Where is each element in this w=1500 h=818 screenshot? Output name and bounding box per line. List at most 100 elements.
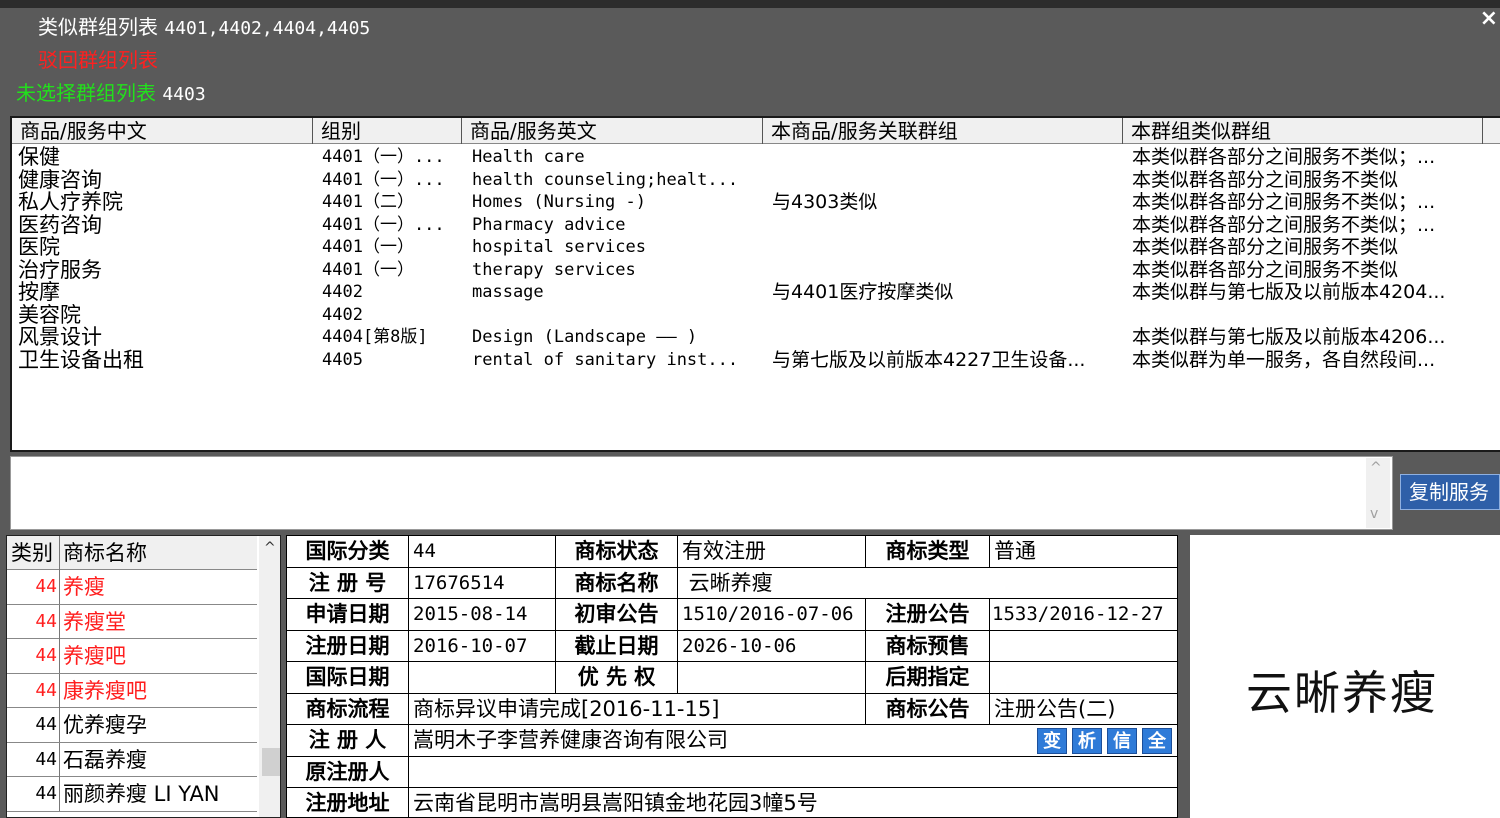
trademark-class: 44 xyxy=(35,576,57,597)
trademark-name: 养瘦堂 xyxy=(63,609,126,634)
reg-notice-value: 1533/2016-12-27 xyxy=(990,599,1177,631)
reg-date-value: 2016-10-07 xyxy=(409,630,556,662)
unselected-groups-value: 4403 xyxy=(162,84,206,105)
cell-divider xyxy=(59,570,60,604)
trademark-detail-grid: 国际分类 44 商标状态 有效注册 商标类型 普通 注 册 号 17676514… xyxy=(286,535,1178,818)
column-header-related[interactable]: 本商品/服务关联群组 xyxy=(763,118,1123,144)
trademark-name: 康养瘦吧 xyxy=(63,678,147,703)
service-related xyxy=(772,259,1127,282)
trademark-name: 养瘦吧 xyxy=(63,644,126,668)
column-header-similar[interactable]: 本群组类似群组 xyxy=(1123,118,1483,144)
service-input-box[interactable] xyxy=(10,456,1393,530)
similar-groups-value: 4401,4402,4404,4405 xyxy=(164,18,371,39)
column-header-cn[interactable]: 商品/服务中文 xyxy=(12,118,313,144)
cell-divider xyxy=(59,639,60,673)
cell-divider xyxy=(59,777,60,811)
service-row[interactable]: 保健 4401（一）... Health care 本类似群各部分之间服务不类似；..… xyxy=(12,146,1500,169)
header-divider xyxy=(59,536,60,570)
service-en: therapy services xyxy=(472,259,636,280)
trademark-list-item[interactable]: 44 优养瘦孕 xyxy=(7,708,257,743)
rejected-groups-line: 驳回群组列表 xyxy=(38,47,158,73)
registrant-action-buttons: 变析信全 xyxy=(1037,728,1177,754)
trademark-logo-image: 云晰养瘦 xyxy=(1246,666,1438,720)
service-related xyxy=(772,326,1127,349)
presale-value xyxy=(990,631,1177,662)
service-group: 4402 xyxy=(322,304,363,325)
service-input-scrollbar[interactable]: ^ v xyxy=(1366,458,1390,528)
service-cn: 风景设计 xyxy=(18,326,102,349)
service-similar: 本类似群为单一服务，各自然段间... xyxy=(1132,348,1436,371)
expiry-value: 2026-10-06 xyxy=(678,630,866,662)
service-related xyxy=(772,304,1127,327)
intl-class-label: 国际分类 xyxy=(287,536,409,568)
service-related: 与4303类似 xyxy=(772,191,878,213)
registrant-label: 注 册 人 xyxy=(287,725,409,757)
services-table: 商品/服务中文 组别 商品/服务英文 本商品/服务关联群组 本群组类似群组 保健… xyxy=(10,116,1500,452)
window-title-bar xyxy=(0,0,1500,8)
cell-divider xyxy=(59,708,60,742)
scroll-up-icon[interactable]: ^ xyxy=(1370,460,1382,476)
service-group: 4401（一）... xyxy=(322,169,445,190)
service-cn: 治疗服务 xyxy=(18,258,102,281)
trademark-name: 养瘦 xyxy=(63,575,105,599)
trademark-list: 类别 商标名称 44 养瘦 44 养瘦堂 44 养瘦吧 44 康养瘦吧 44 优养瘦孕 44 石磊养瘦… xyxy=(6,535,281,818)
trademark-list-item[interactable]: 44 石磊养瘦 xyxy=(7,742,257,777)
copy-services-button[interactable]: 复制服务 xyxy=(1400,474,1500,510)
similar-groups-label: 类似群组列表 xyxy=(38,15,158,39)
type-value: 普通 xyxy=(990,536,1177,568)
trademark-logo-panel: 云晰养瘦 xyxy=(1190,535,1500,818)
service-row[interactable]: 治疗服务 4401（一） therapy services 本类似群各部分之间服务不类… xyxy=(12,259,1500,282)
service-row[interactable]: 按摩 4402 massage 与4401医疗按摩类似 本类似群与第七版及以前版本420… xyxy=(12,281,1500,304)
intl-class-value: 44 xyxy=(409,536,556,568)
column-header-en[interactable]: 商品/服务英文 xyxy=(462,118,763,144)
all-button[interactable]: 全 xyxy=(1142,728,1172,754)
chevron-up-icon[interactable]: ^ xyxy=(264,540,276,556)
notice-value: 注册公告(二) xyxy=(990,694,1177,725)
service-cn: 医药咨询 xyxy=(18,213,102,236)
service-en xyxy=(472,304,762,327)
similar-groups-line: 类似群组列表 4401,4402,4404,4405 xyxy=(38,14,370,42)
prelim-value: 1510/2016-07-06 xyxy=(678,599,866,631)
service-row[interactable]: 医院 4401（一） hospital services 本类似群各部分之间服务不类似 xyxy=(12,236,1500,259)
cell-divider xyxy=(59,604,60,639)
trademark-list-item[interactable]: 44 丽颜养瘦 LI YAN xyxy=(7,777,257,812)
service-cn: 健康咨询 xyxy=(18,168,102,191)
service-group: 4401（一） xyxy=(322,259,414,280)
service-group: 4402 xyxy=(322,282,363,302)
orig-registrant-label: 原注册人 xyxy=(287,756,409,788)
service-row[interactable]: 健康咨询 4401（一）... health counseling;healt...… xyxy=(12,169,1500,192)
trademark-list-item[interactable]: 44 养瘦吧 xyxy=(7,639,257,674)
name-label: 商标名称 xyxy=(556,567,678,599)
scrollbar-thumb[interactable] xyxy=(262,748,280,776)
analyze-button[interactable]: 析 xyxy=(1072,728,1102,754)
close-icon[interactable]: × xyxy=(1480,8,1498,30)
trademark-class: 44 xyxy=(35,783,57,804)
service-cn: 美容院 xyxy=(18,303,81,326)
service-similar: 本类似群各部分之间服务不类似 xyxy=(1132,168,1399,191)
service-row[interactable]: 医药咨询 4401（一）... Pharmacy advice 本类似群各部分之间服务… xyxy=(12,214,1500,237)
service-row[interactable]: 美容院 4402 xyxy=(12,304,1500,327)
trademark-class: 44 xyxy=(35,748,57,770)
trademark-list-scrollbar[interactable]: ^ xyxy=(259,536,280,817)
info-button[interactable]: 信 xyxy=(1107,728,1137,754)
column-header-group[interactable]: 组别 xyxy=(313,118,462,144)
service-row[interactable]: 卫生设备出租 4405 rental of sanitary inst... 与第七版… xyxy=(12,349,1500,372)
trademark-list-item[interactable]: 44 康养瘦吧 xyxy=(7,673,257,708)
change-button[interactable]: 变 xyxy=(1037,728,1067,754)
intl-date-value xyxy=(409,662,556,694)
unselected-groups-line: 未选择群组列表 4403 xyxy=(16,80,206,108)
column-header-name[interactable]: 商标名称 xyxy=(63,540,147,566)
service-group: 4401（一）... xyxy=(322,147,445,167)
service-row[interactable]: 风景设计 4404[第8版] Design (Landscape —— ) 本类似群与… xyxy=(12,326,1500,349)
trademark-class: 44 xyxy=(35,714,57,735)
scroll-down-icon[interactable]: v xyxy=(1370,506,1378,522)
trademark-list-item[interactable]: 44 养瘦 xyxy=(7,570,257,605)
column-header-class[interactable]: 类别 xyxy=(11,540,53,566)
apply-date-label: 申请日期 xyxy=(287,599,409,631)
trademark-list-item[interactable]: 44 养瘦堂 xyxy=(7,604,257,639)
service-row[interactable]: 私人疗养院 4401（二） Homes (Nursing -) 与4303类似 本类似群… xyxy=(12,191,1500,214)
cell-divider xyxy=(59,742,60,777)
service-cn: 保健 xyxy=(18,146,60,169)
service-en: Design (Landscape —— ) xyxy=(472,327,698,347)
intl-date-label: 国际日期 xyxy=(287,662,409,694)
